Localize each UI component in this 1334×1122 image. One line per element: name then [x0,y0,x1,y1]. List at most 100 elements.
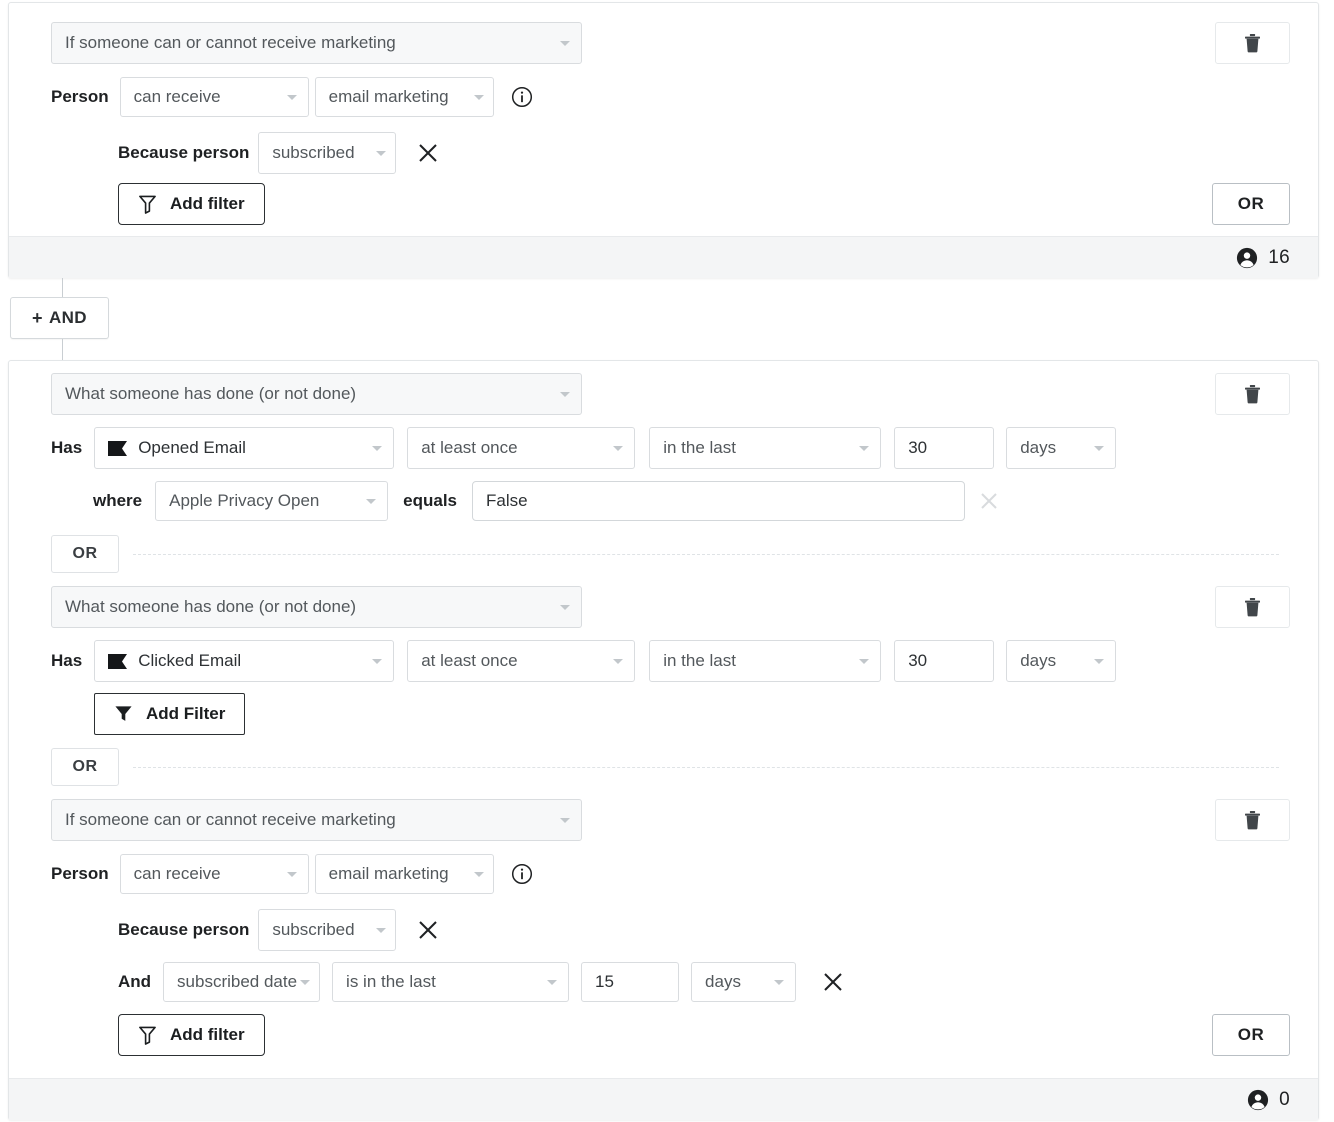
trash-icon [1244,598,1261,617]
unit-select-1[interactable]: days [1006,427,1116,469]
remove-property-filter-button-1[interactable] [976,488,1002,514]
consent-info-icon[interactable] [511,86,533,108]
or-divider-1-button[interactable]: OR [51,535,119,573]
timeframe-select-1[interactable]: in the last [649,427,881,469]
chevron-down-icon [287,95,297,100]
delete-block-3-button[interactable] [1215,799,1290,841]
group-2-body: What someone has done (or not done) Has … [9,361,1318,1078]
add-filter-button-2-label: Add Filter [146,704,225,724]
channel-select-1-value: email marketing [329,87,449,107]
delete-block-2-button[interactable] [1215,586,1290,628]
unit-select-2[interactable]: days [1006,640,1116,682]
add-filter-button-3[interactable]: Add filter [118,1014,265,1056]
timeframe-select-2-value: in the last [663,651,736,671]
definition-row: If someone can or cannot receive marketi… [51,22,582,64]
group-1-footer: 16 [9,236,1318,278]
add-or-group-1-label: OR [1238,194,1265,214]
date-unit-select[interactable]: days [691,962,796,1002]
property-select-1[interactable]: Apple Privacy Open [155,481,388,521]
frequency-select-1[interactable]: at least once [407,427,635,469]
has-label: Has [51,438,82,458]
remove-reason-button-2[interactable] [415,917,441,943]
add-filter-button-3-label: Add filter [170,1025,245,1045]
date-operator-select-value: is in the last [346,972,436,992]
or-divider-2: OR [51,748,1279,786]
definition-select-3-value: What someone has done (or not done) [65,597,356,617]
date-property-select-value: subscribed date [177,972,297,992]
date-property-select[interactable]: subscribed date [163,962,320,1002]
person-count-icon [1236,247,1258,269]
chevron-down-icon [376,928,386,933]
metric-select-2[interactable]: Clicked Email [94,640,394,682]
reason-select-2[interactable]: subscribed [258,909,396,951]
chevron-down-icon [560,41,570,46]
reason-select-1[interactable]: subscribed [258,132,396,174]
segment-builder: If someone can or cannot receive marketi… [0,0,1334,1122]
chevron-down-icon [613,659,623,664]
amount-input-2[interactable]: 30 [894,640,994,682]
add-and-group-button[interactable]: + AND [10,297,109,339]
frequency-select-1-value: at least once [421,438,517,458]
definition-select-3[interactable]: What someone has done (or not done) [51,586,582,628]
timeframe-select-2[interactable]: in the last [649,640,881,682]
date-operator-select[interactable]: is in the last [332,962,569,1002]
channel-select-2-value: email marketing [329,864,449,884]
channel-select-1[interactable]: email marketing [315,77,494,117]
reason-select-2-value: subscribed [272,920,354,940]
definition-row: What someone has done (or not done) [51,373,582,415]
metric-select-1[interactable]: Opened Email [94,427,394,469]
property-value-input-1[interactable]: False [472,481,965,521]
chevron-down-icon [372,446,382,451]
add-or-group-1-button[interactable]: OR [1212,183,1290,225]
definition-select-4[interactable]: If someone can or cannot receive marketi… [51,799,582,841]
chevron-down-icon [859,446,869,451]
delete-group-1-button[interactable] [1215,22,1290,64]
group-2-footer: 0 [9,1078,1318,1120]
chevron-down-icon [366,499,376,504]
metric-select-2-value: Clicked Email [138,651,241,671]
chevron-down-icon [287,872,297,877]
add-or-group-2-button[interactable]: OR [1212,1014,1290,1056]
connector-line-bottom [62,339,63,360]
unit-select-1-value: days [1020,438,1056,458]
consent-select-2-value: can receive [134,864,221,884]
subscribed-date-row: And subscribed date is in the last 15 da… [118,962,846,1002]
timeframe-select-1-value: in the last [663,438,736,458]
trash-icon [1244,385,1261,404]
chevron-down-icon [560,605,570,610]
chevron-down-icon [376,151,386,156]
reason-label: Because person [118,920,249,940]
group-1-body: If someone can or cannot receive marketi… [9,3,1318,236]
funnel-filled-icon [114,704,133,724]
chevron-down-icon [1094,446,1104,451]
person-count-icon [1247,1089,1269,1111]
frequency-select-2[interactable]: at least once [407,640,635,682]
add-filter-button-2[interactable]: Add Filter [94,693,245,735]
unit-select-2-value: days [1020,651,1056,671]
condition-group-2: What someone has done (or not done) Has … [8,360,1319,1120]
remove-reason-button[interactable] [415,140,441,166]
definition-select-1-value: If someone can or cannot receive marketi… [65,33,396,53]
or-divider-2-label: OR [73,758,98,776]
delete-block-1-button[interactable] [1215,373,1290,415]
definition-select-2[interactable]: What someone has done (or not done) [51,373,582,415]
equals-label: equals [403,491,457,511]
channel-select-2[interactable]: email marketing [315,854,494,894]
add-filter-button-1[interactable]: Add filter [118,183,265,225]
trash-icon [1244,34,1261,53]
date-amount-input[interactable]: 15 [581,962,679,1002]
activity-row-2: Has Clicked Email at least once in the l… [51,640,1116,682]
remove-date-filter-button[interactable] [820,969,846,995]
condition-group-1: If someone can or cannot receive marketi… [8,2,1319,278]
definition-select-1[interactable]: If someone can or cannot receive marketi… [51,22,582,64]
chevron-down-icon [474,872,484,877]
consent-select-2[interactable]: can receive [120,854,309,894]
consent-select-1[interactable]: can receive [120,77,309,117]
or-divider-2-button[interactable]: OR [51,748,119,786]
consent-info-icon-2[interactable] [511,863,533,885]
amount-input-1[interactable]: 30 [894,427,994,469]
date-unit-select-value: days [705,972,741,992]
chevron-down-icon [774,980,784,985]
person-label: Person [51,87,109,107]
funnel-outline-icon [138,194,157,214]
